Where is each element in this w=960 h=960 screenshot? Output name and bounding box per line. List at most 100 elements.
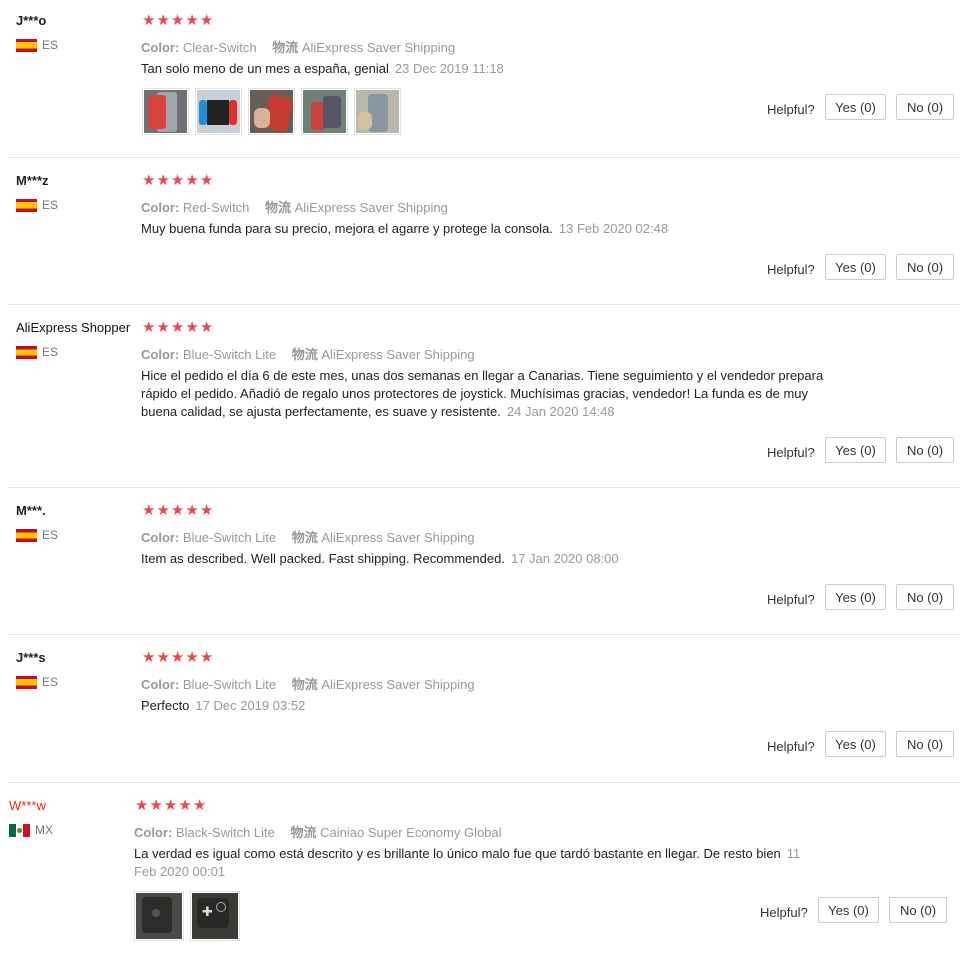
star-icon: ★ xyxy=(142,502,156,519)
review-meta: Color: Blue-Switch Lite 物流 AliExpress Sa… xyxy=(141,674,475,693)
spain-flag-icon xyxy=(16,198,37,212)
helpful-yes-button[interactable]: Yes (0) xyxy=(825,584,886,610)
review-date: 13 Feb 2020 02:48 xyxy=(558,221,669,236)
reviewer-country: ES xyxy=(16,38,58,52)
review-item: J***o ES ★ ★ ★ ★ ★ Color: Clear-Switch 物流 Al… xyxy=(0,0,960,158)
helpful-label: Helpful? xyxy=(760,905,808,920)
helpful-label: Helpful? xyxy=(767,102,815,117)
helpful-yes-button[interactable]: Yes (0) xyxy=(825,731,886,757)
color-label: Color: xyxy=(134,825,173,840)
logistics-label: 物流 xyxy=(290,825,317,840)
review-date: 24 Jan 2020 14:48 xyxy=(506,404,615,419)
review-text: Perfecto 17 Dec 2019 03:52 xyxy=(141,697,861,715)
color-label: Color: xyxy=(141,530,180,545)
reviewer-name: M***z xyxy=(16,173,49,188)
review-photo-thumbnail[interactable] xyxy=(134,891,184,941)
helpful-label: Helpful? xyxy=(767,262,815,277)
color-label: Color: xyxy=(141,40,180,55)
logistics-label: 物流 xyxy=(291,677,318,692)
star-icon: ★ xyxy=(135,797,149,814)
review-photo-thumbnail[interactable]: ✚ xyxy=(190,891,240,941)
review-body-line: rápido el pedido. Añadió de regalo unos … xyxy=(141,386,809,401)
review-text: Muy buena funda para su precio, mejora e… xyxy=(141,220,861,238)
color-value: Blue-Switch Lite xyxy=(182,677,277,692)
star-icon: ★ xyxy=(178,797,192,814)
review-photo-thumbnail[interactable] xyxy=(195,88,242,135)
reviewer-country: ES xyxy=(16,675,58,689)
star-icon: ★ xyxy=(199,649,214,666)
review-item: M***. ES ★ ★ ★ ★ ★ Color: Blue-Switch Lite 物… xyxy=(0,488,960,635)
star-rating: ★ ★ ★ ★ ★ xyxy=(142,503,213,518)
review-photo-thumbnail[interactable] xyxy=(354,88,401,135)
review-photo-thumbnail[interactable] xyxy=(142,88,189,135)
star-icon: ★ xyxy=(142,649,156,666)
star-icon: ★ xyxy=(170,319,185,336)
helpful-label: Helpful? xyxy=(767,445,815,460)
reviewer-country: ES xyxy=(16,198,58,212)
helpful-label: Helpful? xyxy=(767,739,815,754)
helpful-no-button[interactable]: No (0) xyxy=(896,437,954,463)
review-date: 17 Jan 2020 08:00 xyxy=(510,551,619,566)
color-value: Black-Switch Lite xyxy=(175,825,275,840)
helpful-no-button[interactable]: No (0) xyxy=(896,584,954,610)
star-icon: ★ xyxy=(170,502,185,519)
star-rating: ★ ★ ★ ★ ★ xyxy=(142,320,213,335)
logistics-label: 物流 xyxy=(291,530,318,545)
star-icon: ★ xyxy=(192,797,207,814)
star-icon: ★ xyxy=(156,12,170,29)
logistics-label: 物流 xyxy=(291,347,318,362)
helpful-no-button[interactable]: No (0) xyxy=(896,254,954,280)
review-body: Perfecto xyxy=(141,698,190,713)
reviewer-name: J***o xyxy=(16,13,47,28)
review-date-part: Feb 2020 00:01 xyxy=(134,864,226,879)
helpful-yes-button[interactable]: Yes (0) xyxy=(818,897,879,923)
review-photos xyxy=(142,88,401,135)
star-icon: ★ xyxy=(170,649,185,666)
star-icon: ★ xyxy=(185,12,199,29)
review-text: Hice el pedido el día 6 de este mes, una… xyxy=(141,367,881,421)
review-photo-thumbnail[interactable] xyxy=(301,88,348,135)
country-code: ES xyxy=(42,675,59,689)
helpful-no-button[interactable]: No (0) xyxy=(889,897,947,923)
star-icon: ★ xyxy=(142,12,156,29)
mexico-flag-icon xyxy=(9,823,30,837)
helpful-no-button[interactable]: No (0) xyxy=(896,94,954,120)
review-body: Tan solo meno de un mes a españa, genial xyxy=(141,61,389,76)
reviewer-name: M***. xyxy=(16,503,46,518)
star-icon: ★ xyxy=(156,502,170,519)
reviewer-country: ES xyxy=(16,345,58,359)
logistics-label: 物流 xyxy=(265,200,292,215)
star-rating: ★ ★ ★ ★ ★ xyxy=(142,650,213,665)
logistics-label: 物流 xyxy=(272,40,299,55)
review-body: La verdad es igual como está descrito y … xyxy=(134,846,781,861)
helpful-yes-button[interactable]: Yes (0) xyxy=(825,254,886,280)
review-photo-thumbnail[interactable] xyxy=(248,88,295,135)
country-code: ES xyxy=(42,345,59,359)
reviewer-name: W***w xyxy=(9,798,46,813)
review-meta: Color: Red-Switch 物流 AliExpress Saver Sh… xyxy=(141,197,448,216)
star-icon: ★ xyxy=(185,502,199,519)
star-icon: ★ xyxy=(156,649,170,666)
review-item: AliExpress Shopper ES ★ ★ ★ ★ ★ Color: Blue-… xyxy=(0,305,960,488)
star-icon: ★ xyxy=(142,172,156,189)
review-meta: Color: Blue-Switch Lite 物流 AliExpress Sa… xyxy=(141,344,475,363)
review-body: Muy buena funda para su precio, mejora e… xyxy=(141,221,553,236)
review-body-line: Hice el pedido el día 6 de este mes, una… xyxy=(141,368,824,383)
color-value: Blue-Switch Lite xyxy=(182,530,277,545)
review-body: Item as described. Well packed. Fast shi… xyxy=(141,551,505,566)
helpful-no-button[interactable]: No (0) xyxy=(896,731,954,757)
helpful-yes-button[interactable]: Yes (0) xyxy=(825,437,886,463)
helpful-yes-button[interactable]: Yes (0) xyxy=(825,94,886,120)
star-rating: ★ ★ ★ ★ ★ xyxy=(135,798,206,813)
review-date-part: 11 xyxy=(786,846,801,861)
star-icon: ★ xyxy=(199,172,214,189)
color-value: Red-Switch xyxy=(182,200,250,215)
review-item: M***z ES ★ ★ ★ ★ ★ Color: Red-Switch 物流 AliE… xyxy=(0,158,960,305)
star-rating: ★ ★ ★ ★ ★ xyxy=(142,13,213,28)
color-value: Clear-Switch xyxy=(182,40,257,55)
country-code: MX xyxy=(35,823,53,837)
star-icon: ★ xyxy=(170,12,185,29)
shipping-value: AliExpress Saver Shipping xyxy=(321,677,475,692)
spain-flag-icon xyxy=(16,38,37,52)
review-text: Item as described. Well packed. Fast shi… xyxy=(141,550,861,568)
